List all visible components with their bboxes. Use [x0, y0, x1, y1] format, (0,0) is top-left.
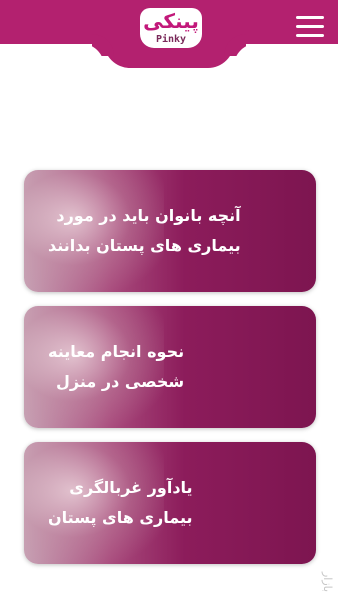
logo-persian-text: پینکی	[143, 9, 199, 33]
card-title: آنچه بانوان باید در مورد بیماری های پستا…	[48, 206, 241, 255]
card-title: نحوه انجام معاینه شخصی در منزل	[48, 342, 185, 391]
card-screening-reminder[interactable]: یادآور غربالگری بیماری های پستان	[24, 442, 316, 564]
menu-line	[296, 16, 324, 19]
card-breast-diseases-info[interactable]: آنچه بانوان باید در مورد بیماری های پستا…	[24, 170, 316, 292]
card-title: یادآور غربالگری بیماری های پستان	[48, 478, 193, 527]
logo-english-text: Pinky	[155, 34, 187, 45]
card-self-exam[interactable]: نحوه انجام معاینه شخصی در منزل	[24, 306, 316, 428]
app-logo[interactable]: پینکی Pinky	[140, 8, 202, 48]
menu-line	[296, 34, 324, 37]
hamburger-menu-icon[interactable]	[296, 16, 324, 38]
store-watermark: بازار	[321, 571, 334, 593]
menu-line	[296, 25, 324, 28]
